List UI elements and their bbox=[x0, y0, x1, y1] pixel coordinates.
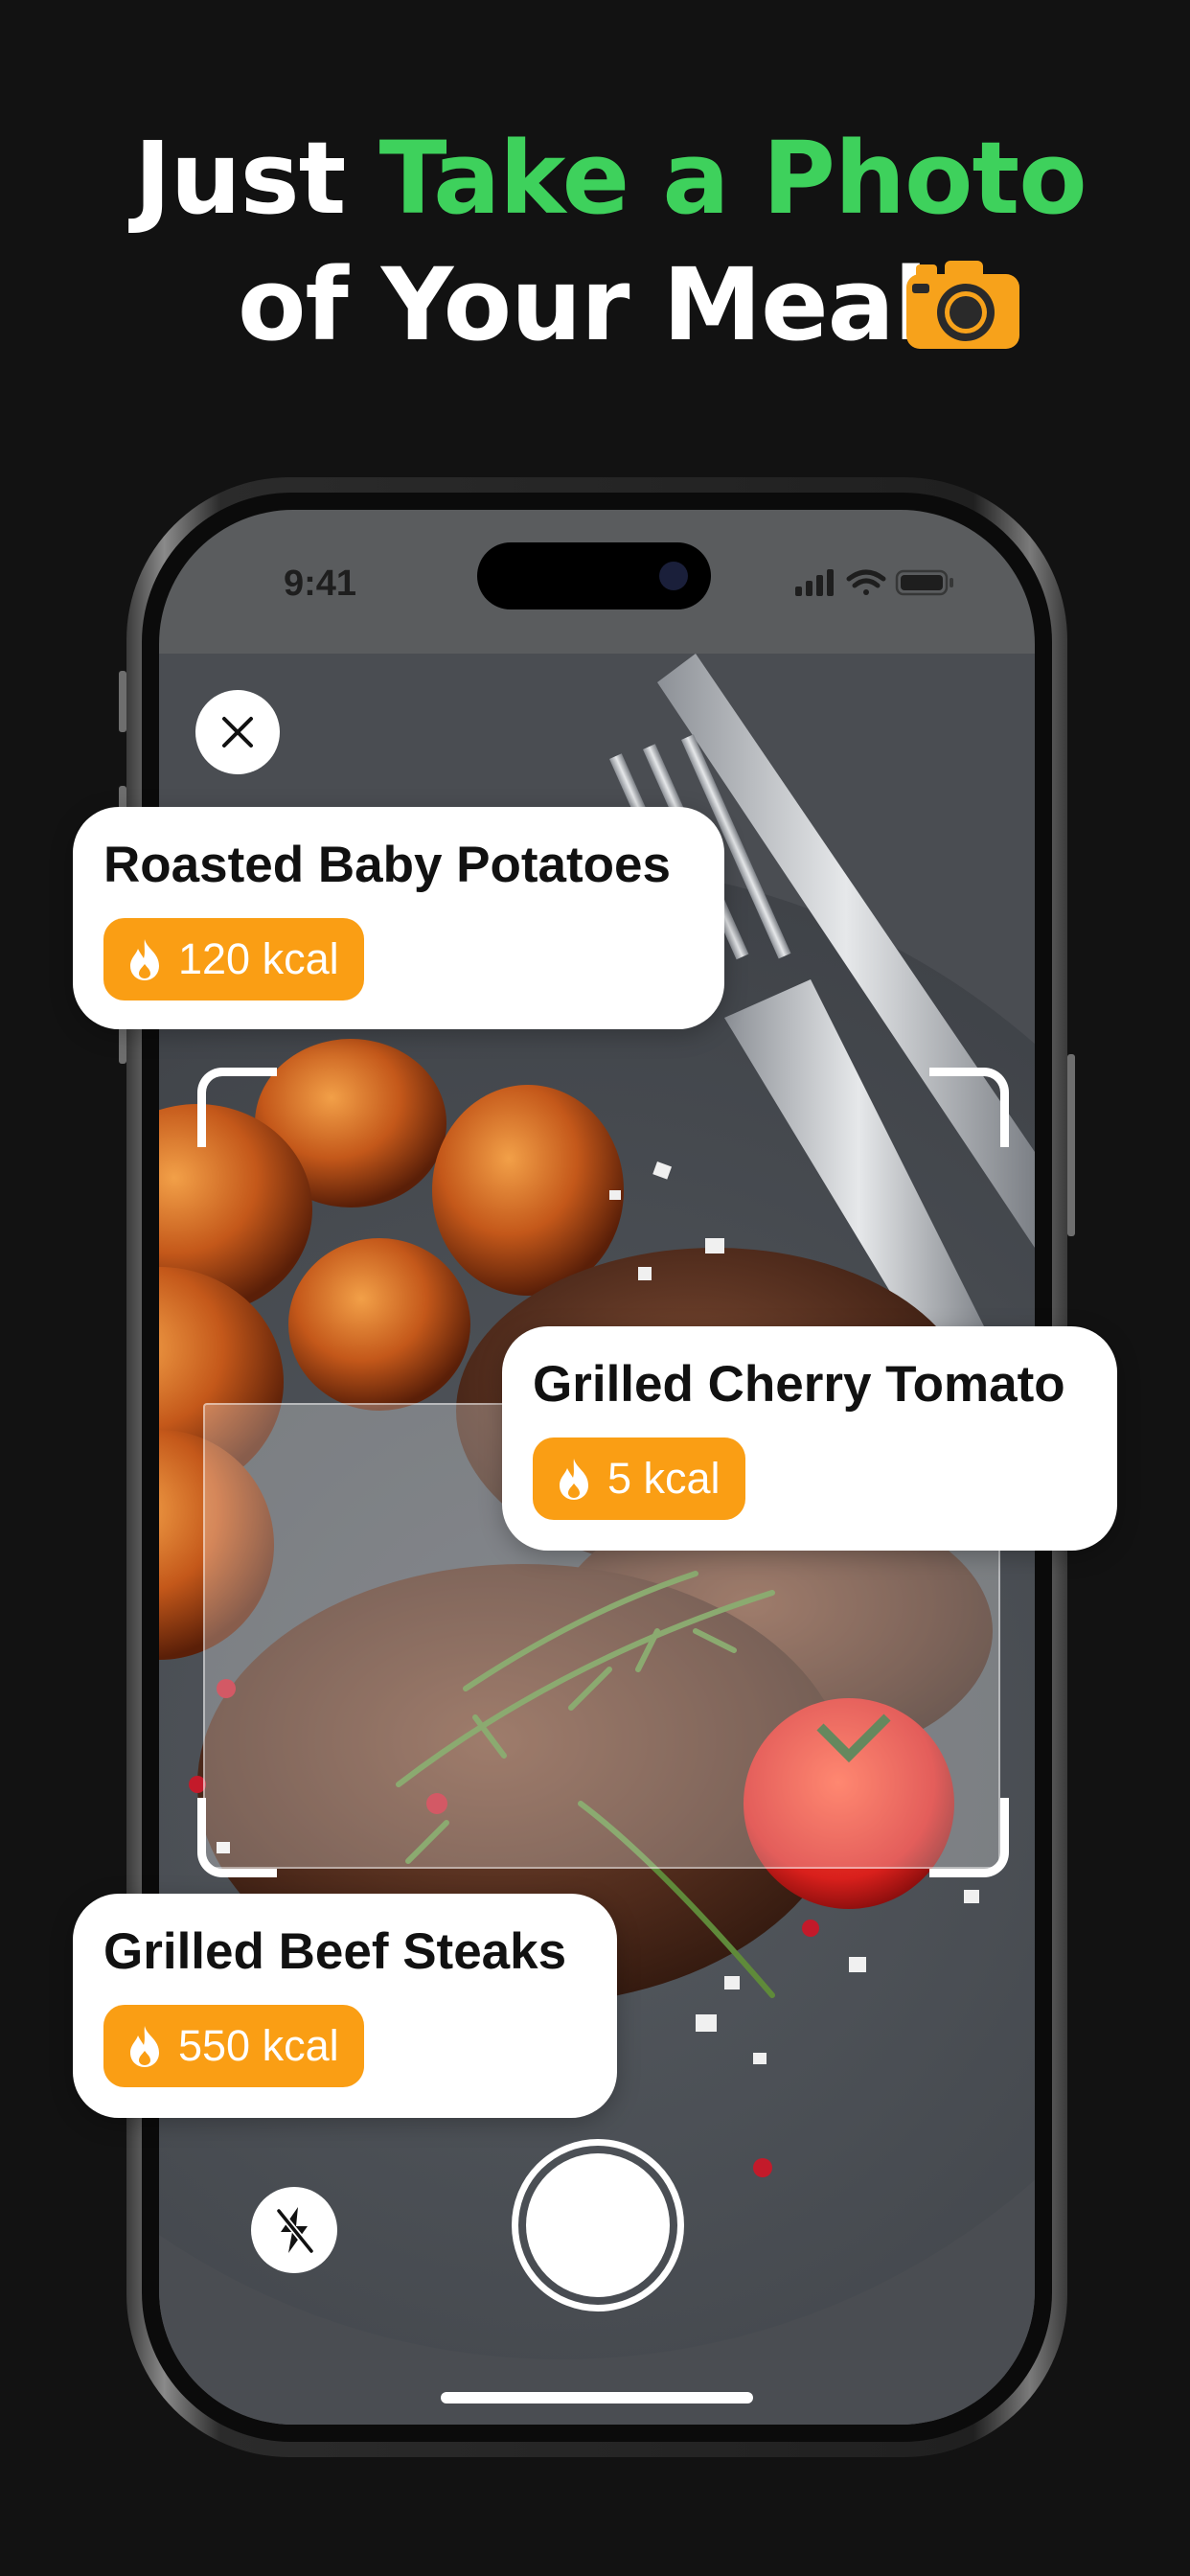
calorie-value: 550 kcal bbox=[178, 2021, 339, 2070]
food-name: Grilled Beef Steaks bbox=[103, 1923, 567, 1980]
flame-icon bbox=[130, 2026, 159, 2067]
food-card-tomato[interactable]: Grilled Cherry Tomato 5 kcal bbox=[502, 1326, 1117, 1551]
calorie-badge: 120 kcal bbox=[103, 918, 364, 1000]
calorie-value: 120 kcal bbox=[178, 934, 339, 983]
food-name: Roasted Baby Potatoes bbox=[103, 837, 671, 893]
close-button[interactable] bbox=[195, 690, 280, 774]
calorie-badge: 550 kcal bbox=[103, 2005, 364, 2087]
calorie-value: 5 kcal bbox=[607, 1454, 721, 1503]
signal-icon bbox=[795, 569, 834, 596]
close-icon bbox=[222, 717, 253, 748]
phone-side-button bbox=[119, 671, 126, 732]
headline-prefix: Just bbox=[134, 120, 379, 237]
wifi-icon bbox=[846, 569, 886, 595]
headline-accent: Take a Photo bbox=[378, 120, 1087, 237]
flash-off-icon bbox=[275, 2207, 315, 2255]
flash-toggle-button[interactable] bbox=[251, 2187, 337, 2273]
home-indicator[interactable] bbox=[441, 2392, 753, 2404]
scan-frame-corner-top-right bbox=[929, 1068, 1009, 1147]
shutter-button[interactable] bbox=[512, 2139, 684, 2312]
battery-icon bbox=[895, 569, 953, 596]
food-card-steaks[interactable]: Grilled Beef Steaks 550 kcal bbox=[73, 1894, 617, 2118]
calorie-badge: 5 kcal bbox=[533, 1438, 745, 1520]
flame-icon bbox=[130, 939, 159, 980]
dynamic-island bbox=[477, 542, 711, 610]
shutter-button-inner bbox=[526, 2153, 670, 2297]
food-name: Grilled Cherry Tomato bbox=[533, 1356, 1065, 1413]
scan-frame-corner-top-left bbox=[197, 1068, 277, 1147]
headline-line-1: Just Take a Photo bbox=[134, 115, 1087, 242]
phone-power-button bbox=[1067, 1054, 1075, 1236]
status-time: 9:41 bbox=[284, 564, 357, 604]
flame-icon bbox=[560, 1459, 588, 1500]
camera-icon bbox=[906, 261, 1019, 349]
status-bar: 9:41 bbox=[159, 510, 1035, 654]
front-camera bbox=[659, 562, 688, 590]
headline-line-2: of Your Meal bbox=[238, 246, 928, 363]
food-card-potatoes[interactable]: Roasted Baby Potatoes 120 kcal bbox=[73, 807, 724, 1029]
status-icons bbox=[795, 569, 953, 596]
